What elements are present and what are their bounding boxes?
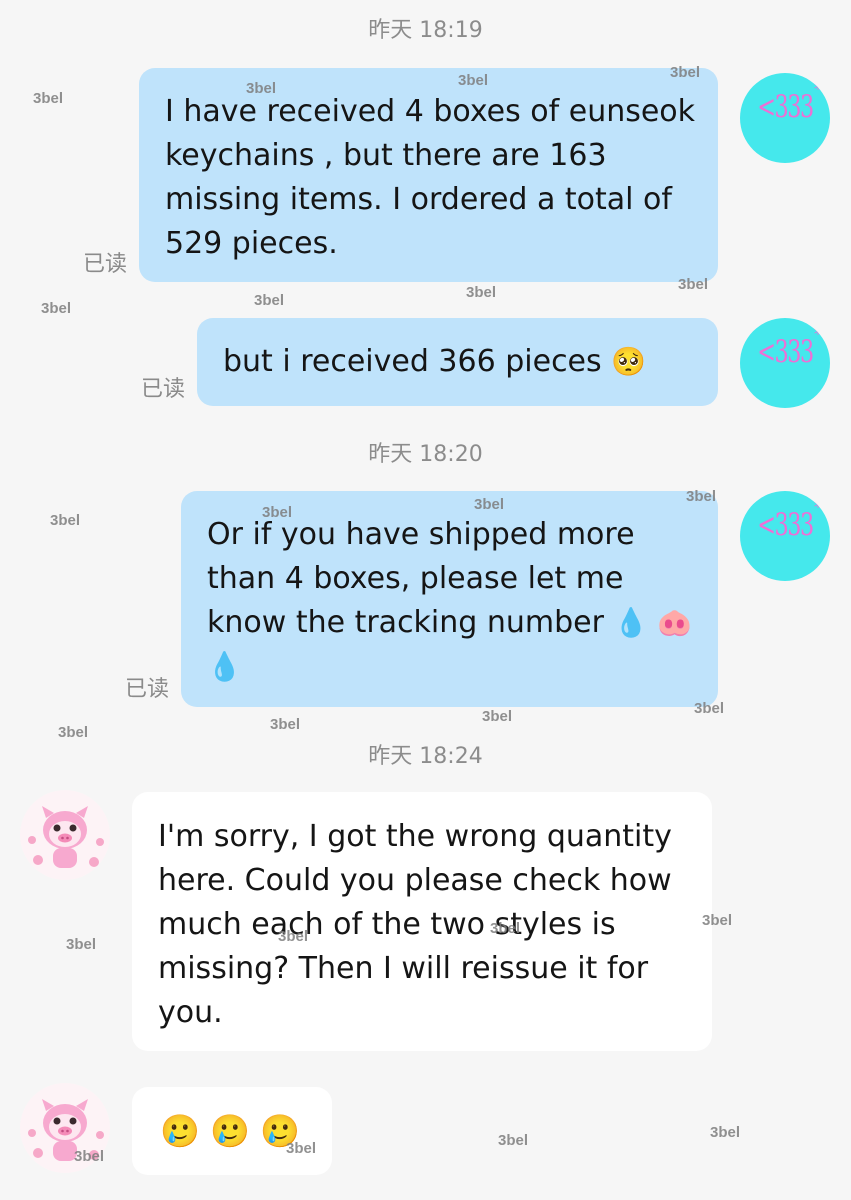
avatar-text: <333 [757, 334, 814, 370]
timestamp: 昨天 18:19 [368, 18, 483, 43]
watermark: 3bel [58, 724, 89, 741]
avatar-text: <333 [757, 507, 814, 543]
watermark: 3bel [41, 300, 72, 317]
sent-message-bubble[interactable]: Or if you have shipped more than 4 boxes… [181, 491, 718, 707]
timestamp: 昨天 18:20 [368, 442, 483, 467]
read-receipt: 已读 [125, 677, 170, 702]
timestamp: 昨天 18:24 [368, 744, 483, 769]
watermark: 3bel [702, 912, 733, 929]
contact-avatar[interactable] [20, 790, 110, 880]
watermark: 3bel [246, 80, 277, 97]
pleading-face-emoji: 🥺 [611, 345, 647, 378]
received-message-bubble[interactable]: I'm sorry, I got the wrong quantity here… [132, 792, 712, 1051]
read-receipt: 已读 [83, 252, 128, 277]
watermark: 3bel [678, 276, 709, 293]
watermark: 3bel [474, 496, 505, 513]
message-text: I'm sorry, I got the wrong quantity here… [158, 819, 672, 1030]
watermark: 3bel [74, 1148, 105, 1165]
watermark: 3bel [482, 708, 513, 725]
received-message-bubble[interactable]: 🥲 🥲 🥲 [132, 1087, 332, 1175]
watermark: 3bel [33, 90, 64, 107]
watermark: 3bel [710, 1124, 741, 1141]
self-avatar[interactable]: <333 * [740, 491, 830, 581]
self-avatar[interactable]: <333 * [740, 73, 830, 163]
watermark: 3bel [498, 1132, 529, 1149]
sent-message-bubble[interactable]: but i received 366 pieces 🥺 [197, 318, 718, 406]
watermark: 3bel [694, 700, 725, 717]
watermark: 3bel [254, 292, 285, 309]
avatar-mark: * [814, 497, 822, 516]
avatar-mark: * [814, 79, 822, 98]
message-text: I have received 4 boxes of eunseok keych… [165, 94, 696, 261]
read-receipt: 已读 [141, 377, 186, 402]
avatar-mark: * [814, 324, 822, 343]
message-text: but i received 366 pieces [223, 344, 602, 379]
watermark: 3bel [458, 72, 489, 89]
watermark: 3bel [686, 488, 717, 505]
watermark: 3bel [270, 716, 301, 733]
watermark: 3bel [278, 928, 309, 945]
watermark: 3bel [262, 504, 293, 521]
watermark: 3bel [286, 1140, 317, 1157]
watermark: 3bel [66, 936, 97, 953]
watermark: 3bel [490, 920, 521, 937]
self-avatar[interactable]: <333 * [740, 318, 830, 408]
crying-smile-emoji: 🥲 🥲 🥲 [160, 1112, 300, 1150]
watermark: 3bel [670, 64, 701, 81]
avatar-text: <333 [757, 89, 814, 125]
pink-pig-avatar-icon [20, 790, 110, 880]
message-text: Or if you have shipped more than 4 boxes… [207, 517, 635, 640]
sent-message-bubble[interactable]: I have received 4 boxes of eunseok keych… [139, 68, 718, 282]
watermark: 3bel [466, 284, 497, 301]
watermark: 3bel [50, 512, 81, 529]
